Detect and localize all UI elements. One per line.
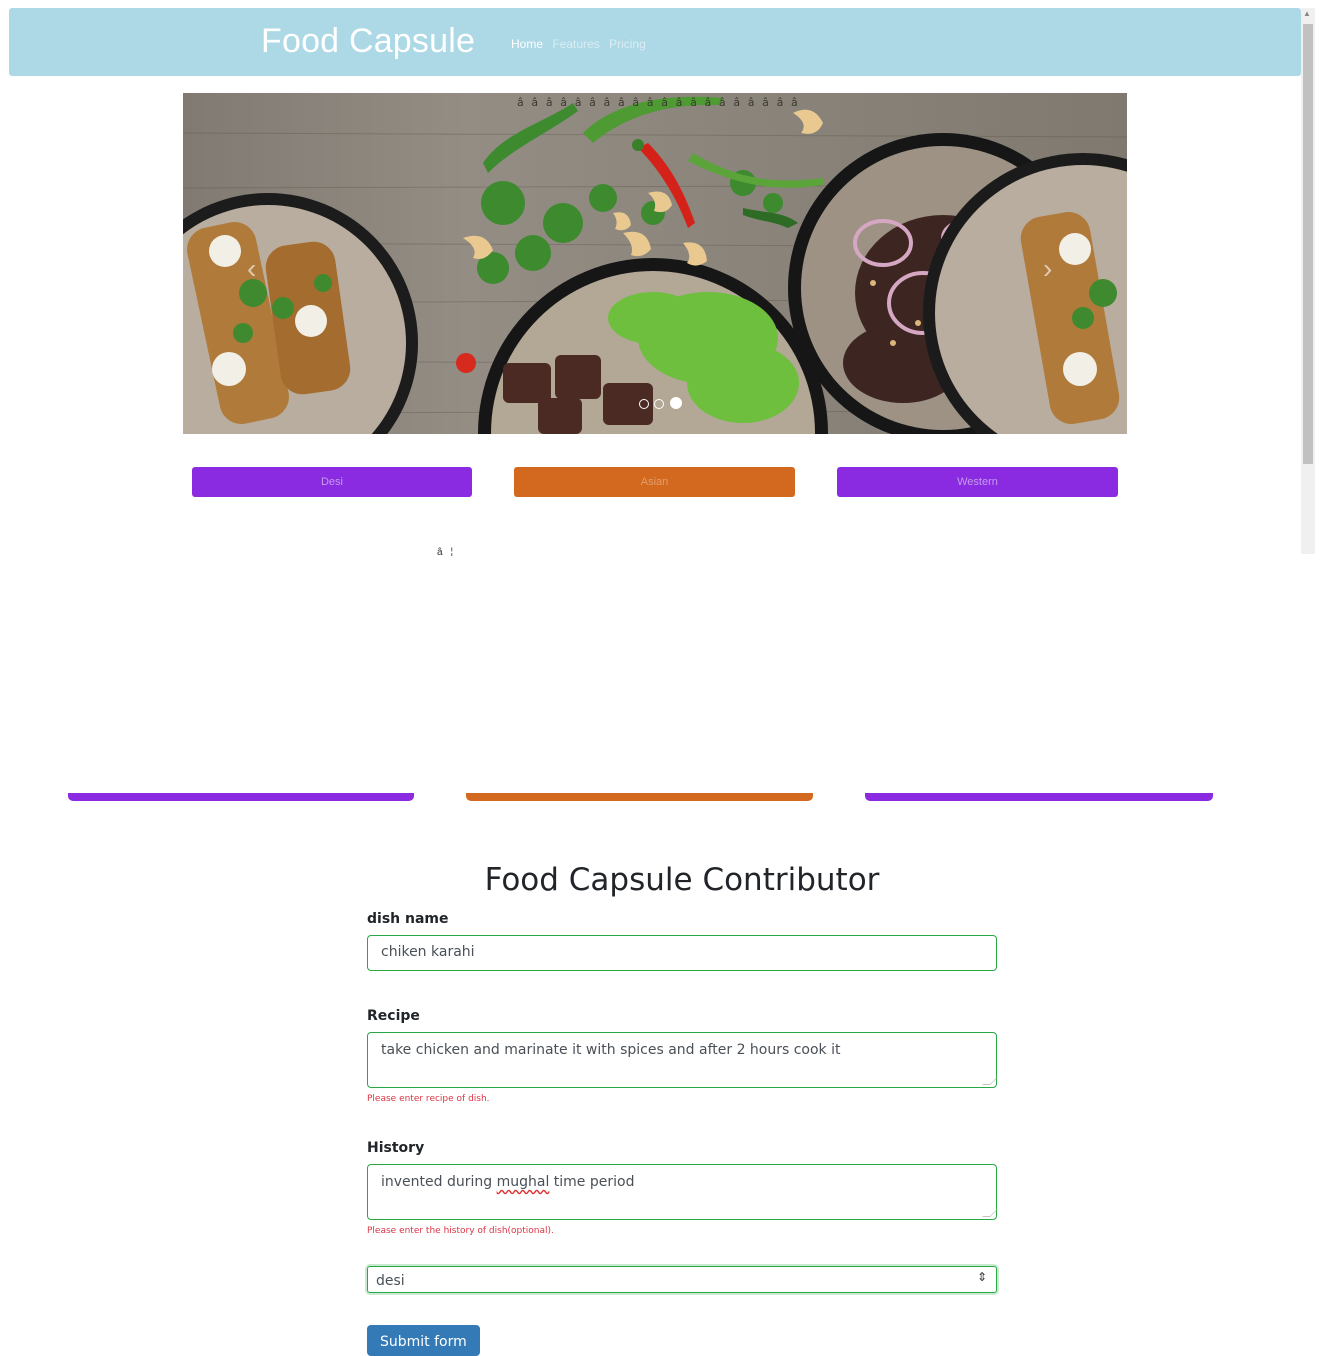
carousel-indicator-2[interactable]	[654, 399, 665, 409]
history-label: History	[367, 1140, 425, 1156]
history-feedback: Please enter the history of dish(optiona…	[367, 1226, 554, 1236]
history-text-after: time period	[549, 1174, 635, 1190]
history-textarea[interactable]: invented during mughal time period	[367, 1164, 998, 1220]
carousel-prev-icon[interactable]: ‹	[247, 253, 256, 285]
history-text-before: invented during	[381, 1174, 497, 1190]
contributor-form: dish name chiken karahi Recipe take chic…	[367, 908, 998, 1356]
carousel-caption: â­â­â­â­â­â­â­â­â­â­â­â­â­â…	[517, 96, 806, 109]
scroll-up-arrow-icon[interactable]: ▲	[1303, 9, 1311, 18]
recipe-label: Recipe	[367, 1008, 420, 1024]
nav-link-features[interactable]: Features	[552, 37, 599, 51]
history-misspelled-word: mughal	[496, 1174, 550, 1190]
category-select[interactable]: desi ⇕	[367, 1266, 997, 1293]
recipe-feedback: Please enter recipe of dish.	[367, 1094, 490, 1104]
dish-name-label: dish name	[367, 911, 449, 927]
carousel-next-icon[interactable]: ›	[1043, 253, 1052, 285]
category-bar-asian[interactable]	[466, 793, 813, 801]
category-button-western[interactable]: Western	[837, 467, 1118, 497]
recipe-textarea[interactable]: take chicken and marinate it with spices…	[367, 1032, 998, 1088]
resize-grip-icon[interactable]	[982, 1209, 998, 1217]
submit-button[interactable]: Submit form	[367, 1325, 480, 1356]
form-title: Food Capsule Contributor	[484, 862, 880, 898]
select-arrows-icon: ⇕	[976, 1270, 987, 1284]
category-button-asian[interactable]: Asian	[514, 467, 795, 497]
food-carousel[interactable]: â­â­â­â­â­â­â­â­â­â­â­â­â­â…	[183, 93, 1127, 434]
brand-logo[interactable]: Food Capsule	[261, 22, 475, 61]
navbar: Food Capsule Home Features Pricing	[9, 8, 1301, 76]
scrollbar[interactable]: ▲	[1301, 8, 1315, 554]
recipe-value: take chicken and marinate it with spices…	[381, 1042, 841, 1058]
nav-links: Home Features Pricing	[511, 37, 652, 51]
scrollbar-thumb[interactable]	[1303, 24, 1313, 464]
carousel-indicator-3[interactable]	[669, 397, 682, 409]
stray-text: â¦	[437, 547, 454, 556]
carousel-indicators	[639, 396, 683, 414]
nav-link-pricing[interactable]: Pricing	[609, 37, 646, 51]
browser-viewport-top: Food Capsule Home Features Pricing	[0, 0, 1322, 556]
category-bar-western[interactable]	[865, 793, 1213, 801]
category-bar-desi[interactable]	[68, 793, 414, 801]
carousel-indicator-1[interactable]	[639, 399, 649, 409]
resize-grip-icon[interactable]	[982, 1077, 998, 1085]
carousel-food-image	[183, 96, 1127, 434]
dish-name-value: chiken karahi	[381, 944, 475, 960]
category-select-value: desi	[376, 1273, 405, 1289]
category-button-desi[interactable]: Desi	[192, 467, 472, 497]
nav-link-home[interactable]: Home	[511, 37, 543, 51]
dish-name-input[interactable]: chiken karahi	[367, 935, 997, 971]
